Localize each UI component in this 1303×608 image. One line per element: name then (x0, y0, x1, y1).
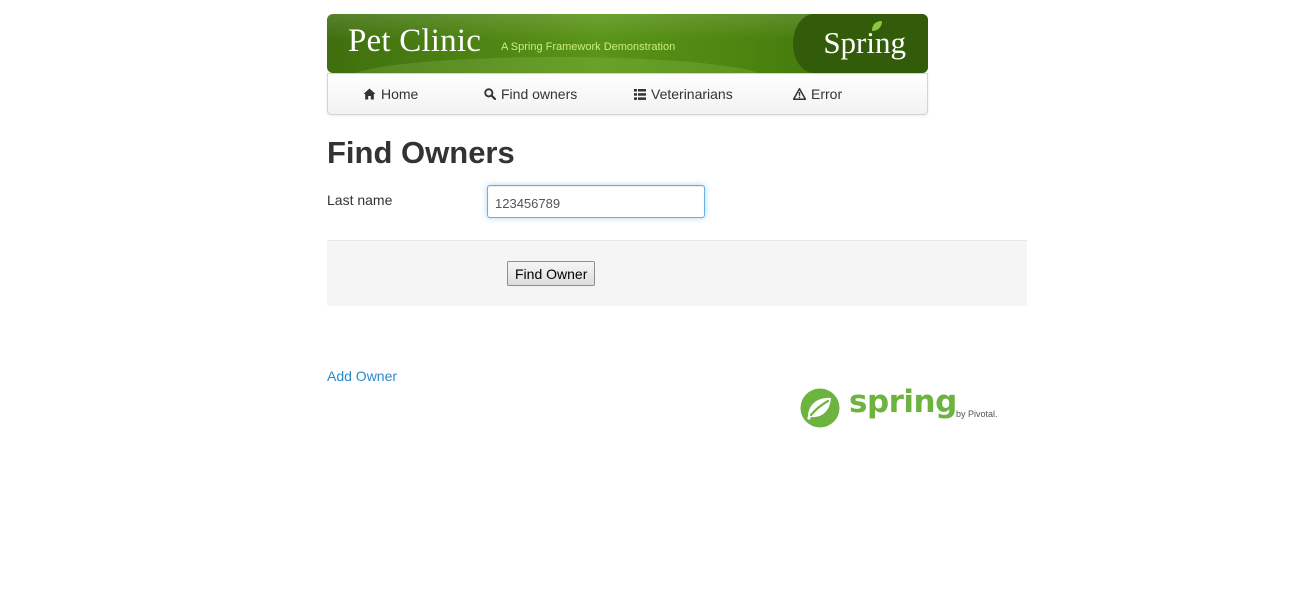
last-name-label: Last name (327, 192, 393, 208)
nav-item-veterinarians[interactable]: Veterinarians (634, 74, 733, 114)
nav-item-home[interactable]: Home (363, 74, 418, 114)
spring-by-pivotal-logo: spring by Pivotal. (799, 384, 999, 430)
home-icon (363, 88, 376, 100)
nav-item-label: Veterinarians (651, 86, 733, 102)
nav-item-error[interactable]: Error (793, 74, 842, 114)
last-name-input[interactable] (487, 185, 705, 218)
nav-item-find-owners[interactable]: Find owners (484, 74, 577, 114)
list-icon (634, 88, 646, 100)
nav-item-label: Error (811, 86, 843, 102)
app-title: Pet Clinic (348, 23, 482, 59)
header-banner: Pet Clinic A Spring Framework Demonstrat… (327, 14, 928, 73)
warning-icon (793, 88, 806, 100)
nav-item-label: Home (381, 86, 419, 102)
search-icon (484, 88, 496, 100)
pivotal-byline: by Pivotal. (956, 409, 998, 419)
page-title: Find Owners (327, 135, 515, 170)
spring-brand: Spring (823, 25, 906, 60)
spring-logo-text: spring (849, 384, 957, 420)
find-owner-button[interactable]: Find Owner (507, 261, 596, 286)
main-nav: Home Find owners Veterinarians Error (327, 73, 928, 115)
nav-item-label: Find owners (501, 86, 578, 102)
form-actions-panel: Find Owner (327, 240, 1027, 306)
app-subtitle: A Spring Framework Demonstration (501, 41, 676, 53)
spring-logo-icon (800, 388, 840, 428)
add-owner-link[interactable]: Add Owner (327, 368, 397, 384)
